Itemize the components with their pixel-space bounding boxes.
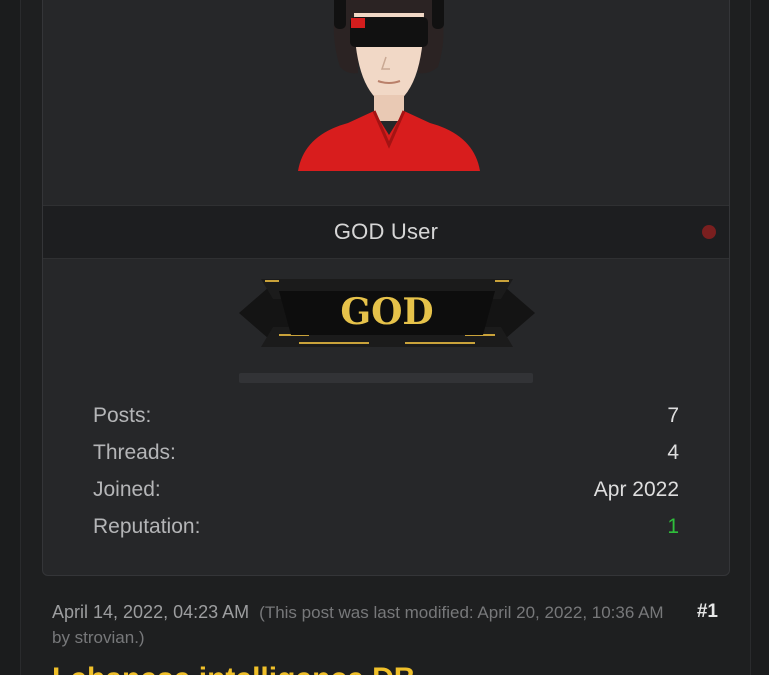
rank-progress-bar <box>239 373 533 383</box>
stat-row-posts: Posts: 7 <box>93 397 679 434</box>
stat-row-joined: Joined: Apr 2022 <box>93 471 679 508</box>
stat-row-threads: Threads: 4 <box>93 434 679 471</box>
post-date: April 14, 2022, 04:23 AM <box>52 602 250 622</box>
user-profile-card: GOD User GOD Posts: 7 Threads: 4 Joined:… <box>42 0 730 576</box>
stat-label: Threads: <box>93 440 176 464</box>
avatar-illustration <box>298 0 480 171</box>
stat-value[interactable]: 1 <box>667 515 679 539</box>
stat-label: Reputation: <box>93 514 201 538</box>
post-meta: April 14, 2022, 04:23 AM (This post was … <box>52 600 672 650</box>
stat-label: Posts: <box>93 403 152 427</box>
rank-badge-text: GOD <box>340 291 433 333</box>
username[interactable]: GOD User <box>334 219 438 245</box>
forum-post-page: GOD User GOD Posts: 7 Threads: 4 Joined:… <box>0 0 769 675</box>
stat-row-reputation: Reputation: 1 <box>93 508 679 545</box>
username-bar: GOD User <box>43 205 729 259</box>
user-stats: Posts: 7 Threads: 4 Joined: Apr 2022 Rep… <box>93 397 679 545</box>
stat-value[interactable]: 7 <box>667 404 679 428</box>
post-title: Lebanese intelligence DB <box>52 662 472 675</box>
rank-badge-graphic: GOD <box>239 279 535 347</box>
stat-value[interactable]: 4 <box>667 441 679 465</box>
offline-status-icon <box>702 225 716 239</box>
stat-value: Apr 2022 <box>593 477 679 501</box>
rank-badge: GOD <box>239 277 535 352</box>
user-avatar[interactable] <box>278 0 498 171</box>
stat-label: Joined: <box>93 477 161 501</box>
post-number-link[interactable]: #1 <box>697 601 718 623</box>
